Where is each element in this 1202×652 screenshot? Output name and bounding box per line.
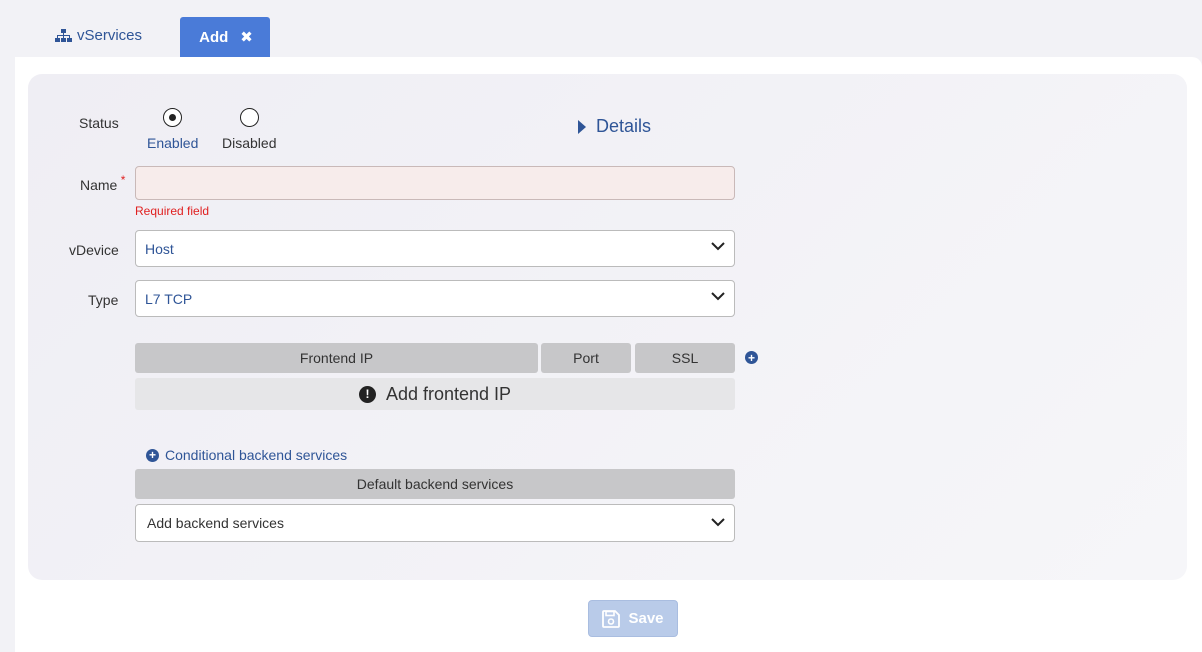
conditional-backend-label: Conditional backend services (165, 447, 348, 463)
details-label: Details (596, 116, 652, 136)
close-icon[interactable]: ✖ (240, 30, 253, 45)
add-backend-select[interactable]: Add backend services (135, 504, 735, 542)
vdevice-value: Host (145, 240, 174, 257)
type-label: Type (88, 292, 119, 308)
vdevice-select[interactable]: Host (135, 230, 735, 267)
default-backend-header: Default backend services (135, 469, 735, 499)
name-label-text: Name (80, 177, 118, 193)
chevron-down-icon (711, 292, 725, 301)
tab-vservices-label: vServices (77, 27, 143, 44)
name-error: Required field (135, 204, 210, 218)
radio-enabled-label: Enabled (147, 135, 199, 151)
sitemap-icon (55, 29, 72, 42)
radio-disabled[interactable] (239, 108, 259, 127)
floppy-disk-icon (602, 609, 621, 628)
add-backend-placeholder: Add backend services (147, 515, 284, 531)
column-ssl: SSL (635, 343, 735, 373)
column-frontend-ip: Frontend IP (135, 343, 538, 373)
status-label: Status (79, 115, 119, 131)
add-frontend-ip-row[interactable]: ! Add frontend IP (135, 378, 735, 410)
details-toggle[interactable]: Details (578, 116, 651, 137)
chevron-down-icon (711, 242, 725, 251)
plus-circle-icon: + (146, 448, 159, 462)
tab-vservices[interactable]: vServices (55, 27, 142, 44)
status-disabled-option[interactable]: Disabled (222, 108, 276, 151)
status-enabled-option[interactable]: Enabled (147, 108, 198, 151)
type-value: L7 TCP (145, 290, 193, 307)
tab-add[interactable]: Add ✖ (180, 17, 270, 57)
name-input[interactable] (145, 175, 734, 191)
exclamation-circle-icon: ! (358, 385, 376, 403)
chevron-down-icon (711, 518, 725, 527)
type-select[interactable]: L7 TCP (135, 280, 735, 317)
add-frontend-plus-icon[interactable]: + (745, 351, 758, 364)
tab-add-label: Add (199, 28, 229, 46)
radio-disabled-label: Disabled (222, 135, 277, 151)
add-frontend-ip-label: Add frontend IP (385, 383, 512, 404)
required-marker: * (120, 173, 126, 187)
conditional-backend-link[interactable]: + Conditional backend services (146, 447, 347, 463)
name-label: Name * (80, 173, 125, 193)
save-button[interactable]: Save (588, 600, 678, 637)
caret-right-icon (578, 119, 586, 134)
column-port: Port (541, 343, 631, 373)
vdevice-label: vDevice (69, 242, 119, 258)
name-field-wrapper (135, 166, 735, 200)
save-label: Save (628, 610, 664, 627)
radio-enabled[interactable] (163, 108, 183, 127)
